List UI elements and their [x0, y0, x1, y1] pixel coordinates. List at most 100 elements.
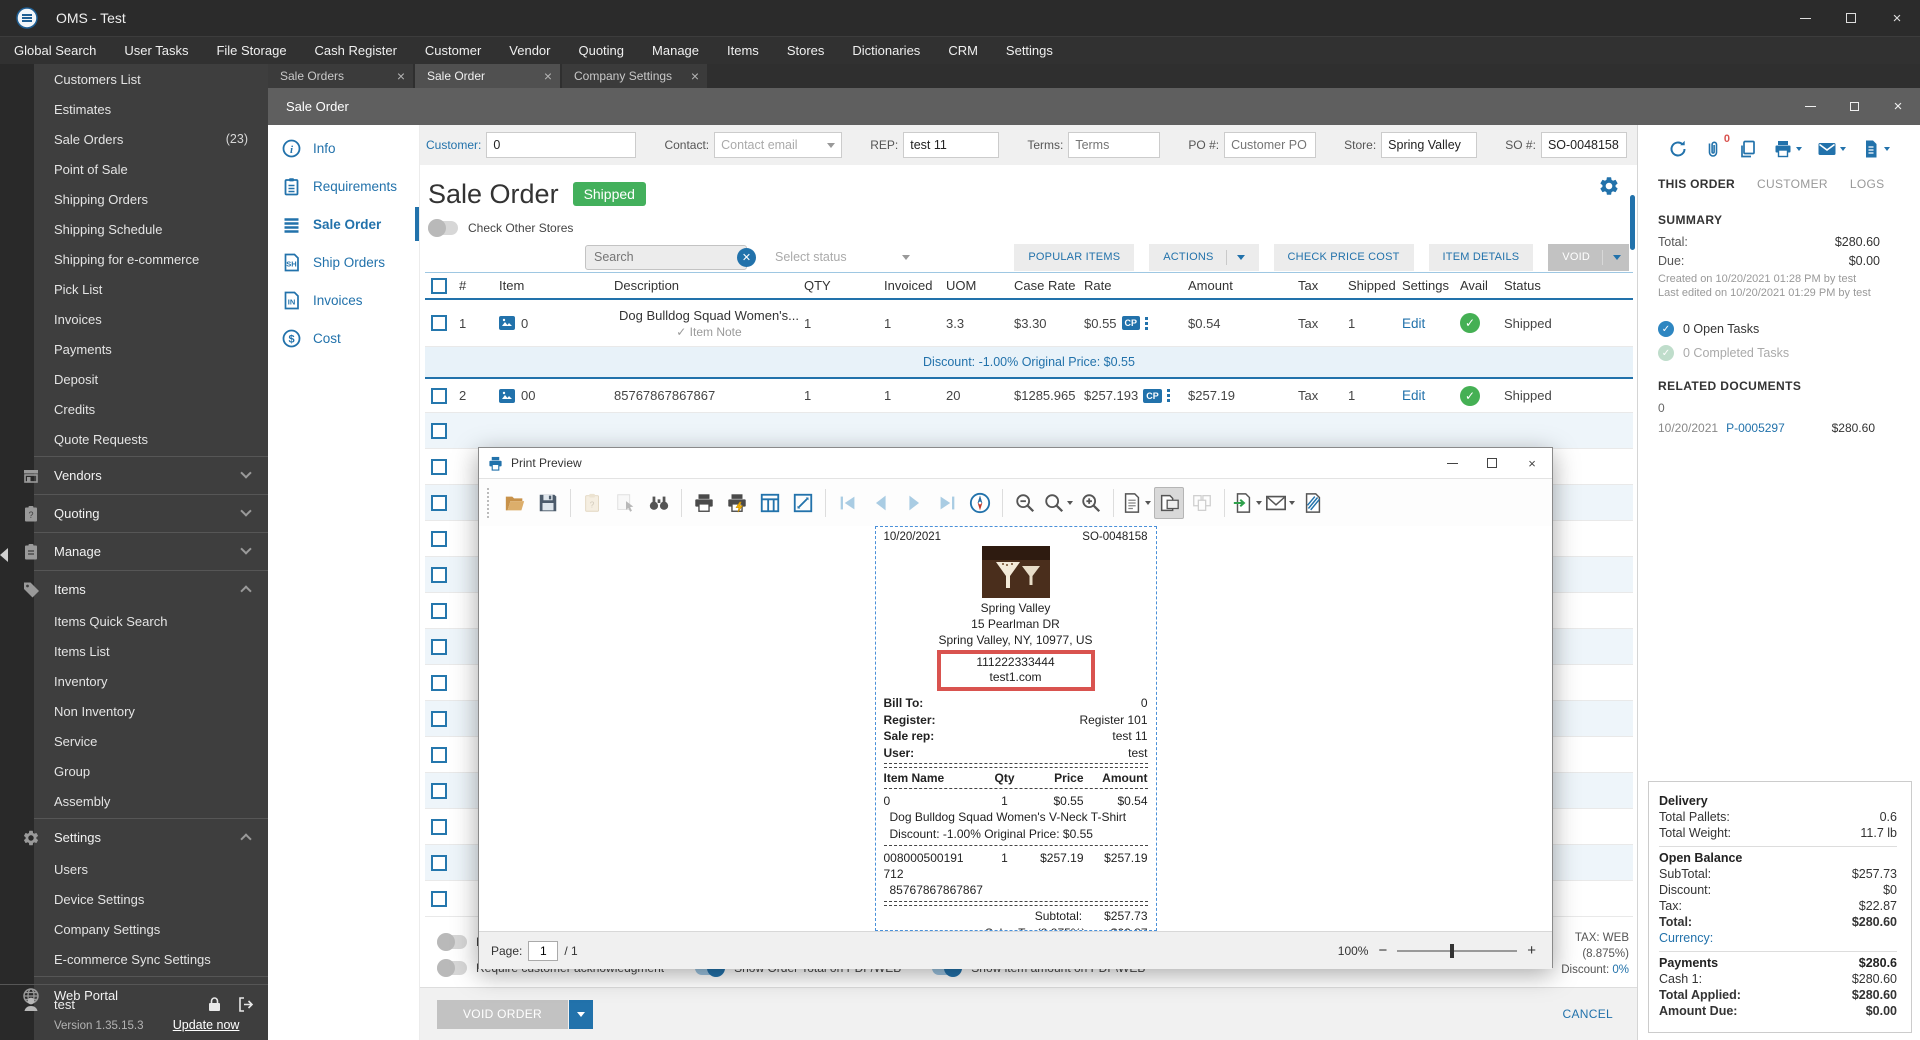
sidebar-item-assembly[interactable]: Assembly: [0, 786, 268, 816]
sidebar-item-quoting[interactable]: ? Quoting: [0, 497, 268, 530]
check-price-cost-button[interactable]: CHECK PRICE COST: [1273, 243, 1414, 271]
orientation-icon[interactable]: [1154, 486, 1184, 519]
menu-item-crm[interactable]: CRM: [934, 37, 992, 64]
page-number-input[interactable]: [528, 940, 559, 961]
row-checkbox[interactable]: [431, 674, 447, 691]
related-document-row[interactable]: 10/20/2021 P-0005297 $280.60: [1658, 421, 1875, 435]
nav-item-info[interactable]: i Info: [268, 129, 419, 167]
zoom-icon[interactable]: [1043, 487, 1073, 519]
select-all-checkbox[interactable]: [431, 277, 447, 294]
tab-sale-orders[interactable]: Sale Orders ×: [268, 64, 413, 88]
nav-last-icon[interactable]: [932, 487, 962, 519]
lock-icon[interactable]: [206, 996, 223, 1013]
nav-item-ship-orders[interactable]: SH Ship Orders: [268, 243, 419, 281]
row-checkbox[interactable]: [431, 638, 447, 655]
customer-field[interactable]: [486, 132, 637, 158]
sidebar-item-users[interactable]: Users: [0, 854, 268, 884]
sidebar-item-payments[interactable]: Payments: [0, 334, 268, 364]
receipt-page[interactable]: 10/20/2021 SO-0048158 Spring Valley 15 P…: [874, 526, 1157, 931]
table-row[interactable]: 2 00 85767867867867 1 1 20 $1285.965 $25…: [425, 379, 1633, 413]
close-icon[interactable]: ×: [1874, 0, 1920, 36]
maximize-icon[interactable]: [1828, 0, 1874, 36]
store-field[interactable]: [1381, 132, 1478, 158]
page-columns-icon[interactable]: [755, 487, 785, 519]
menu-item-vendor[interactable]: Vendor: [495, 37, 564, 64]
attachments-icon[interactable]: 0: [1703, 133, 1730, 159]
sidebar-item-items[interactable]: Items: [0, 573, 268, 606]
nav-prev-icon[interactable]: [866, 487, 896, 519]
nav-first-icon[interactable]: [833, 487, 863, 519]
refresh-icon[interactable]: [1668, 139, 1688, 159]
void-order-button[interactable]: VOID ORDER: [437, 999, 569, 1029]
sidebar-item-manage[interactable]: Manage: [0, 535, 268, 568]
check-other-stores-toggle[interactable]: [428, 219, 458, 237]
page-setup-icon[interactable]: [1121, 487, 1151, 519]
sidebar-item-items-list[interactable]: Items List: [0, 636, 268, 666]
kebab-menu-icon[interactable]: [1166, 389, 1170, 402]
sidebar-item-shipping-for-e-commerce[interactable]: Shipping for e-commerce: [0, 244, 268, 274]
logout-icon[interactable]: [237, 996, 254, 1013]
zoom-in-control[interactable]: +: [1527, 942, 1536, 959]
menu-item-file-storage[interactable]: File Storage: [202, 37, 300, 64]
sidebar-item-service[interactable]: Service: [0, 726, 268, 756]
cp-badge[interactable]: CP: [1121, 316, 1141, 330]
menu-item-settings[interactable]: Settings: [992, 37, 1067, 64]
row-checkbox[interactable]: [431, 422, 447, 439]
sidebar-item-items-quick-search[interactable]: Items Quick Search: [0, 606, 268, 636]
void-button[interactable]: VOID: [1548, 243, 1629, 271]
document-icon[interactable]: [1861, 139, 1881, 159]
binoculars-icon[interactable]: [644, 487, 674, 519]
page-fit-icon[interactable]: [788, 487, 818, 519]
sidebar-item-shipping-orders[interactable]: Shipping Orders: [0, 184, 268, 214]
po-field[interactable]: [1224, 132, 1317, 158]
table-row[interactable]: 1 0 Dog Bulldog Squad Women's... ✓ Item N…: [425, 300, 1633, 347]
close-icon[interactable]: ×: [544, 68, 552, 84]
row-checkbox[interactable]: [431, 458, 447, 475]
chevron-down-icon[interactable]: [1840, 147, 1846, 151]
terms-field[interactable]: [1068, 132, 1161, 158]
layaway-toggle[interactable]: [437, 933, 467, 951]
update-now-link[interactable]: Update now: [173, 1018, 240, 1032]
tab-company-settings[interactable]: Company Settings ×: [562, 64, 707, 88]
row-checkbox[interactable]: [431, 854, 447, 871]
contact-select[interactable]: Contact email: [714, 132, 843, 158]
tab-sale-order[interactable]: Sale Order ×: [415, 64, 560, 88]
task-row[interactable]: ✓ 0 Completed Tasks: [1658, 345, 1920, 361]
zoom-out-icon[interactable]: [1010, 487, 1040, 519]
copy-icon[interactable]: [1738, 139, 1758, 159]
zoom-slider[interactable]: [1397, 943, 1518, 958]
menu-item-customer[interactable]: Customer: [411, 37, 495, 64]
row-checkbox[interactable]: [431, 387, 447, 404]
kebab-menu-icon[interactable]: [1145, 316, 1149, 330]
row-checkbox[interactable]: [431, 746, 447, 763]
folder-open-icon[interactable]: [500, 487, 530, 519]
panel-tab-logs[interactable]: LOGS: [1850, 177, 1885, 195]
email-icon[interactable]: [1265, 487, 1295, 519]
row-checkbox[interactable]: [431, 890, 447, 907]
zoom-slider-thumb[interactable]: [1450, 943, 1455, 958]
menu-item-cash-register[interactable]: Cash Register: [301, 37, 411, 64]
nav-item-requirements[interactable]: Requirements: [268, 167, 419, 205]
sidebar-item-settings[interactable]: Settings: [0, 821, 268, 854]
require-acknowledgment-toggle[interactable]: [437, 959, 467, 977]
sidebar-item-customers-list[interactable]: Customers List: [0, 64, 268, 94]
email-icon[interactable]: [1817, 139, 1837, 159]
nav-item-invoices[interactable]: IN Invoices: [268, 281, 419, 319]
sidebar-item-non-inventory[interactable]: Non Inventory: [0, 696, 268, 726]
row-checkbox[interactable]: [431, 782, 447, 799]
sidebar-item-shipping-schedule[interactable]: Shipping Schedule: [0, 214, 268, 244]
menu-item-items[interactable]: Items: [713, 37, 773, 64]
so-number-field[interactable]: [1540, 132, 1627, 158]
void-order-dropdown[interactable]: [569, 999, 594, 1029]
sidebar-item-e-commerce-sync-settings[interactable]: E-commerce Sync Settings: [0, 944, 268, 974]
panel-tab-customer[interactable]: CUSTOMER: [1757, 177, 1828, 195]
sidebar-item-point-of-sale[interactable]: Point of Sale: [0, 154, 268, 184]
cancel-button[interactable]: CANCEL: [1549, 999, 1627, 1029]
sidebar-item-inventory[interactable]: Inventory: [0, 666, 268, 696]
menu-item-quoting[interactable]: Quoting: [564, 37, 638, 64]
row-checkbox[interactable]: [431, 602, 447, 619]
menu-item-global-search[interactable]: Global Search: [0, 37, 110, 64]
sidebar-item-quote-requests[interactable]: Quote Requests: [0, 424, 268, 454]
row-checkbox[interactable]: [431, 315, 447, 331]
sidebar-item-estimates[interactable]: Estimates: [0, 94, 268, 124]
